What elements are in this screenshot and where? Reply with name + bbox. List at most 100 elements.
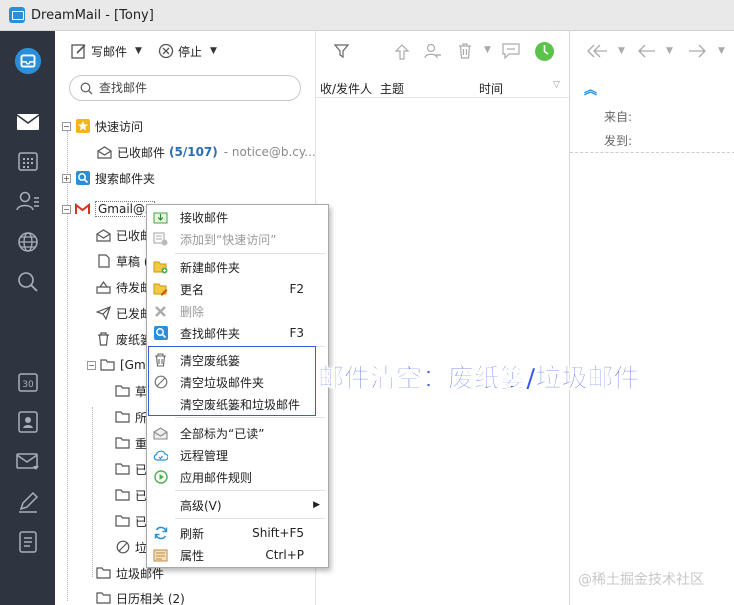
reply-icon[interactable] — [638, 44, 656, 58]
tree-item-gma-child[interactable]: 所 — [115, 406, 147, 428]
forward-icon[interactable] — [688, 44, 706, 58]
star-icon — [75, 119, 90, 133]
column-time[interactable]: 时间 — [479, 80, 503, 97]
tree-label: 快速访问 — [95, 119, 144, 134]
globe-icon[interactable] — [14, 228, 42, 256]
tree-item-gma-child[interactable]: 已 — [115, 510, 147, 532]
filter-icon[interactable] — [334, 44, 349, 59]
reply-all-icon[interactable] — [586, 44, 608, 58]
app-mail-icon — [9, 7, 25, 23]
folder-icon — [96, 591, 111, 605]
tree-item-gmail-system[interactable]: − [Gma — [87, 354, 153, 376]
notes-icon[interactable] — [14, 528, 42, 556]
collapse-toggle[interactable]: − — [87, 360, 96, 370]
menu-item-apply-rules[interactable]: 应用邮件规则 — [147, 466, 328, 488]
tree-item-gma-spam[interactable]: 垃 — [115, 536, 147, 558]
stop-button[interactable]: 停止 ▼ — [158, 43, 217, 60]
move-up-icon[interactable] — [394, 44, 410, 60]
expand-toggle[interactable]: + — [62, 173, 71, 183]
folder-icon — [115, 384, 130, 398]
tree-item-sent[interactable]: 已发邮 — [96, 302, 152, 324]
tree-label: 已收邮件 — [117, 145, 166, 160]
folder-icon — [115, 488, 130, 502]
tree-item-outbox[interactable]: 待发邮 — [96, 276, 152, 298]
stop-label: 停止 — [177, 44, 202, 59]
find-folder-icon — [153, 326, 168, 340]
dreammail-logo-icon[interactable] — [14, 47, 42, 75]
collapse-header-icon[interactable]: ︽ — [584, 79, 597, 98]
chevron-down-icon[interactable]: ▼ — [718, 46, 725, 56]
tree-label: 草稿 ( — [116, 254, 149, 269]
compose-button[interactable]: 写邮件 ▼ — [71, 43, 142, 60]
stop-icon — [158, 43, 174, 59]
search-icon[interactable] — [14, 268, 42, 296]
address-card-icon[interactable] — [14, 408, 42, 436]
menu-item-mark-all-read[interactable]: 全部标为“已读” — [147, 422, 328, 444]
folder-icon — [115, 410, 130, 424]
header-divider — [570, 152, 734, 153]
annotation-highlight-box — [148, 346, 316, 416]
document-icon — [96, 254, 111, 268]
delete-icon[interactable] — [458, 43, 472, 59]
block-icon — [115, 540, 130, 554]
tree-item-calendar[interactable]: 日历相关 (2) — [96, 587, 185, 605]
menu-item-delete[interactable]: 删除 — [147, 300, 328, 322]
search-input[interactable] — [99, 81, 279, 95]
online-status-icon[interactable] — [534, 41, 555, 62]
calendar-30-icon[interactable]: 30 — [14, 368, 42, 396]
menu-item-receive-mail[interactable]: 接收邮件 — [147, 206, 328, 228]
contacts-icon[interactable] — [14, 187, 42, 215]
tree-item-inbox-quick[interactable]: 已收邮件 (5/107) - notice@b.cy... — [97, 141, 316, 163]
remove-contact-icon[interactable] — [424, 43, 442, 60]
tree-item-search-folder[interactable]: + 搜索邮件夹 — [62, 167, 155, 189]
chat-icon[interactable] — [502, 43, 520, 59]
collapse-toggle[interactable]: − — [62, 121, 71, 131]
calendar-grid-icon[interactable] — [14, 147, 42, 175]
menu-item-refresh[interactable]: 刷新 Shift+F5 — [147, 522, 328, 544]
properties-icon — [153, 548, 168, 562]
search-box[interactable] — [69, 75, 301, 101]
sort-chevron-icon[interactable]: ▽ — [553, 80, 560, 90]
folder-icon — [100, 358, 115, 372]
column-sender[interactable]: 收/发件人 — [320, 80, 372, 97]
tree-item-gmail-inbox[interactable]: 已收邮 — [96, 224, 152, 246]
menu-item-remote-manage[interactable]: 远程管理 — [147, 444, 328, 466]
menu-item-properties[interactable]: 属性 Ctrl+P — [147, 544, 328, 566]
chevron-down-icon[interactable]: ▼ — [618, 46, 625, 56]
mail-filter-icon[interactable] — [14, 448, 42, 476]
compose-label: 写邮件 — [91, 44, 128, 59]
tree-item-gmail-account[interactable]: − Gmail@x — [62, 198, 156, 220]
menu-item-find-folder[interactable]: 查找邮件夹 F3 — [147, 322, 328, 344]
chevron-down-icon[interactable]: ▼ — [666, 46, 673, 56]
mail-list-pane: ▼ 收/发件人 主题 时间 ▽ 件 — [315, 31, 570, 605]
menu-item-add-quick-access[interactable]: 添加到“快速访问” — [147, 228, 328, 250]
window-title: DreamMail - [Tony] — [31, 7, 154, 23]
reading-toolbar: ▼ ▼ ▼ — [570, 31, 734, 73]
tree-item-gma-child[interactable]: 草 — [115, 380, 147, 402]
left-nav-rail: 30 — [0, 31, 55, 605]
tree-item-gma-child[interactable]: 重 — [115, 432, 147, 454]
folder-icon — [96, 566, 111, 580]
column-subject[interactable]: 主题 — [380, 80, 404, 97]
menu-item-advanced[interactable]: 高级(V) ▶ — [147, 494, 328, 516]
tree-label: 日历相关 (2) — [116, 591, 185, 605]
rename-folder-icon — [153, 282, 168, 296]
tree-item-drafts[interactable]: 草稿 ( — [96, 250, 149, 272]
tree-item-gma-child[interactable]: 已 — [115, 484, 147, 506]
chevron-down-icon[interactable]: ▼ — [484, 45, 491, 55]
tree-item-trash[interactable]: 废纸篓 — [96, 328, 152, 350]
collapse-toggle[interactable]: − — [62, 204, 71, 214]
chevron-down-icon[interactable]: ▼ — [135, 46, 142, 56]
tree-item-quick-access[interactable]: − 快速访问 — [62, 115, 143, 137]
chevron-down-icon[interactable]: ▼ — [210, 46, 217, 56]
menu-item-new-folder[interactable]: 新建邮件夹 — [147, 256, 328, 278]
tree-item-gma-child[interactable]: 已 — [115, 458, 147, 480]
reading-pane: ▼ ▼ ▼ ︽ 来自: 发到: — [569, 31, 734, 605]
cloud-sync-icon — [153, 448, 168, 462]
tree-label: 搜索邮件夹 — [95, 171, 156, 186]
submenu-arrow-icon: ▶ — [313, 500, 320, 510]
pen-icon[interactable] — [14, 488, 42, 516]
svg-text:30: 30 — [22, 380, 34, 390]
menu-item-rename[interactable]: 更名 F2 — [147, 278, 328, 300]
mail-icon[interactable] — [14, 108, 42, 136]
